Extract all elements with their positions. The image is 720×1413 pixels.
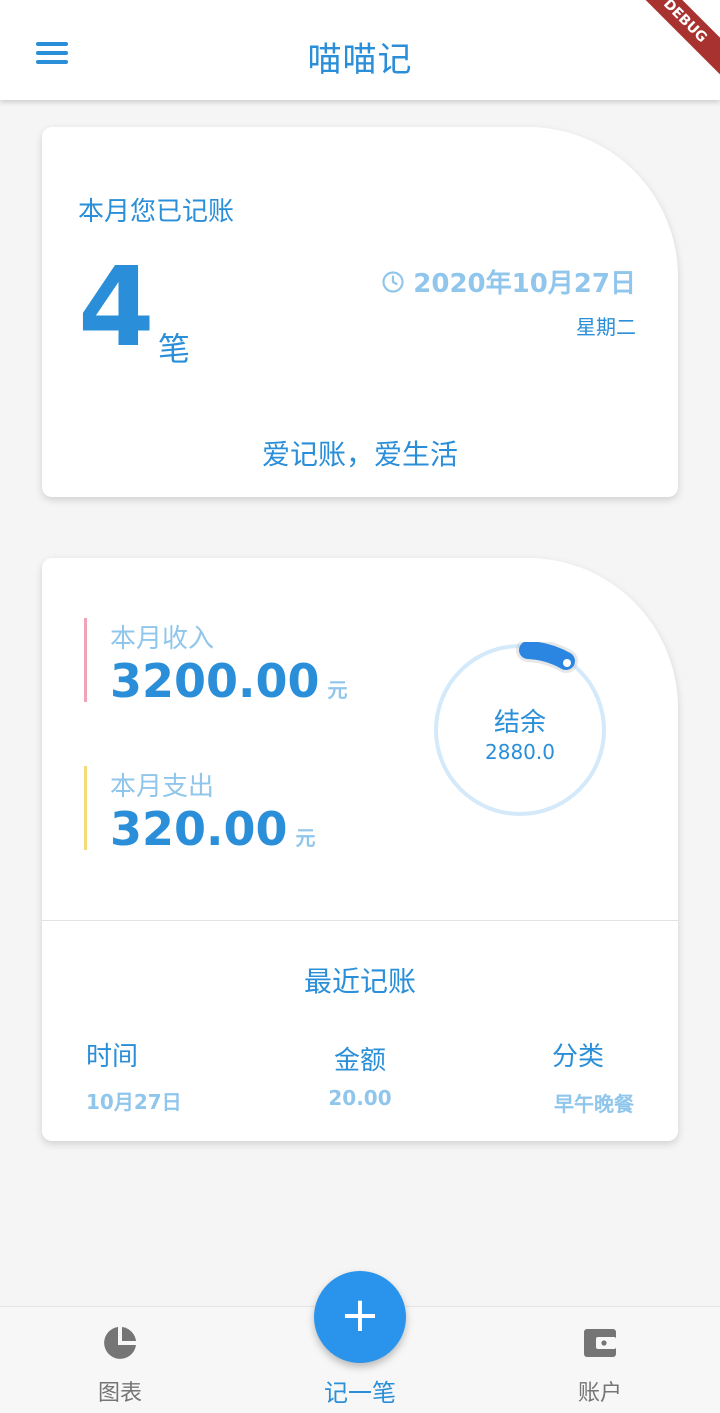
clock-icon: [382, 270, 404, 293]
expense-label: 本月支出: [110, 772, 215, 802]
column-header-time: 时间: [86, 1042, 139, 1072]
recent-time-value: 10月27日: [86, 1090, 182, 1114]
add-record-fab[interactable]: +: [314, 1271, 406, 1363]
record-count-unit: 笔: [158, 330, 191, 368]
expense-accent-bar: [84, 766, 87, 850]
income-label: 本月收入: [110, 624, 215, 654]
summary-card: 本月您已记账 4 笔 2020年10月27日 星期二 爱记账，爱生活: [42, 127, 678, 497]
balance-value: 2880.0: [485, 740, 555, 764]
slogan: 爱记账，爱生活: [261, 438, 458, 471]
expense-unit: 元: [295, 826, 316, 850]
income-accent-bar: [84, 618, 87, 702]
app-title: 喵喵记: [307, 40, 413, 80]
nav-item-charts[interactable]: 图表: [40, 1307, 200, 1413]
current-weekday: 星期二: [576, 315, 636, 339]
expense-value-row: 320.00 元: [110, 802, 316, 856]
income-unit: 元: [327, 678, 348, 702]
income-value-row: 3200.00 元: [110, 654, 348, 708]
date-row: 2020年10月27日: [381, 263, 636, 300]
summary-title: 本月您已记账: [78, 197, 235, 227]
recent-category-value: 早午晚餐: [554, 1092, 634, 1116]
nav-label-accounts: 账户: [577, 1381, 622, 1406]
current-date: 2020年10月27日: [413, 269, 636, 299]
divider: [42, 920, 678, 921]
stats-card: 本月收入 3200.00 元 本月支出 320.00 元 结余 2880.0 最近记…: [42, 558, 678, 1141]
pie-chart-icon: [104, 1327, 136, 1359]
income-value: 3200.00: [110, 654, 320, 708]
expense-value: 320.00: [110, 802, 288, 856]
plus-icon: +: [339, 1287, 381, 1343]
nav-label-add-record: 记一笔: [324, 1379, 396, 1407]
nav-label-charts: 图表: [97, 1381, 142, 1406]
nav-item-accounts[interactable]: 账户: [520, 1307, 680, 1413]
wallet-icon: [584, 1329, 616, 1357]
recent-amount-value: 20.00: [328, 1086, 392, 1110]
recent-records-title: 最近记账: [303, 965, 416, 998]
column-header-category: 分类: [551, 1042, 604, 1072]
column-header-amount: 金额: [333, 1046, 386, 1076]
record-count: 4: [78, 243, 155, 371]
balance-label: 结余: [493, 708, 546, 738]
app-bar: 喵喵记 DEBUG: [0, 0, 720, 100]
